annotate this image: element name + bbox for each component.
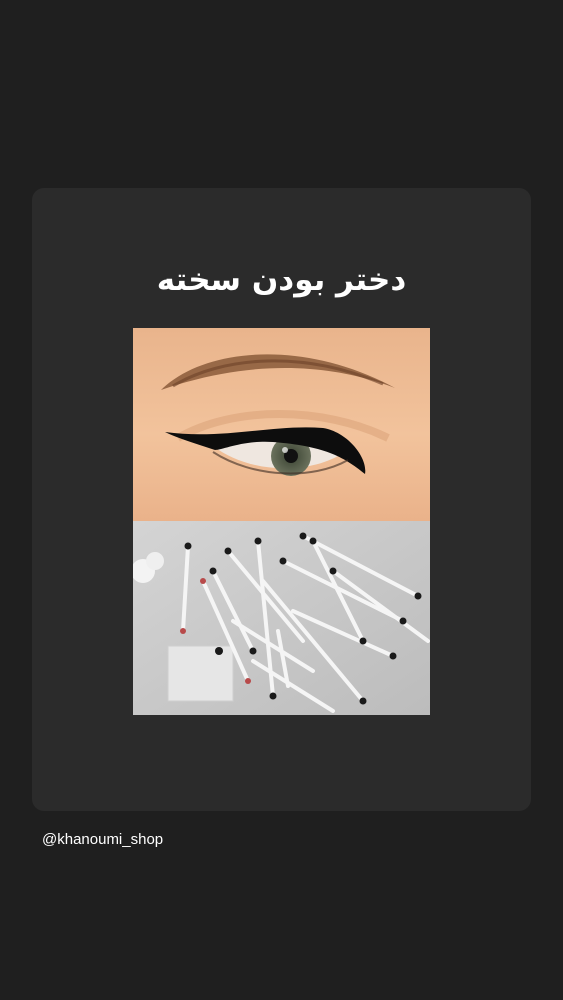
story-view: دختر بودن سخته @khanoumi_shop [0,0,563,1000]
post-card[interactable]: دختر بودن سخته [32,188,531,811]
username-link[interactable]: @khanoumi_shop [42,830,163,850]
post-image[interactable] [133,328,430,715]
eye-photo [133,328,430,521]
post-title: دختر بودن سخته [156,262,407,298]
cotton-swabs-photo [133,521,430,715]
